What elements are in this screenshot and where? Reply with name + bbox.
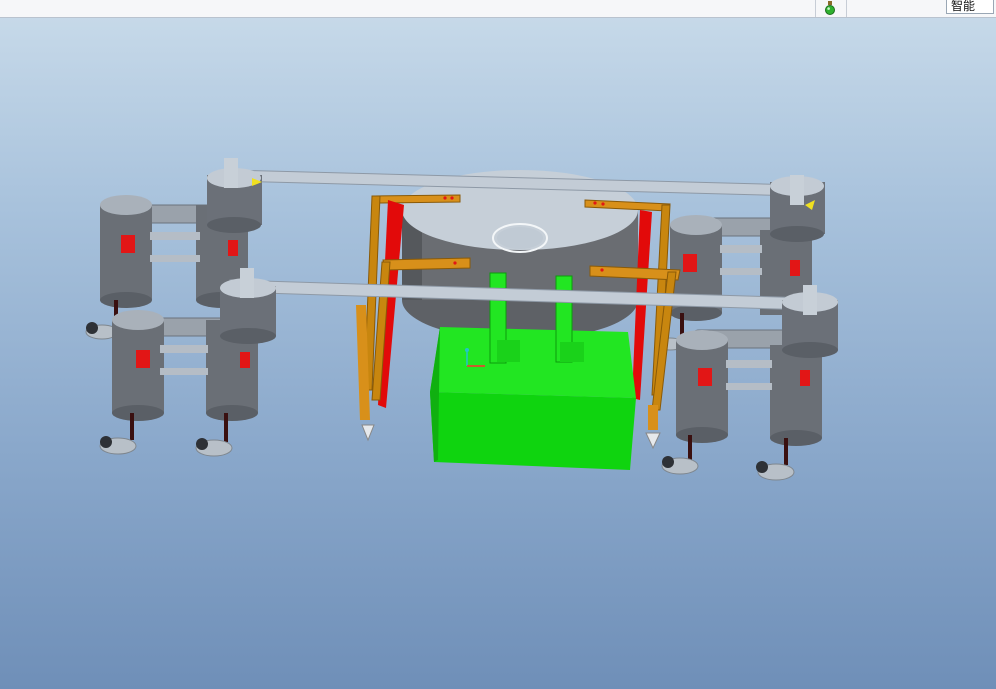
- toolbar-separator: [846, 0, 847, 17]
- model-viewport[interactable]: [0, 18, 996, 689]
- selection-filter-dropdown[interactable]: 智能: [946, 0, 994, 14]
- green-light-icon[interactable]: [823, 1, 837, 16]
- top-toolbar: 智能: [0, 0, 996, 18]
- toolbar-separator: [815, 0, 816, 17]
